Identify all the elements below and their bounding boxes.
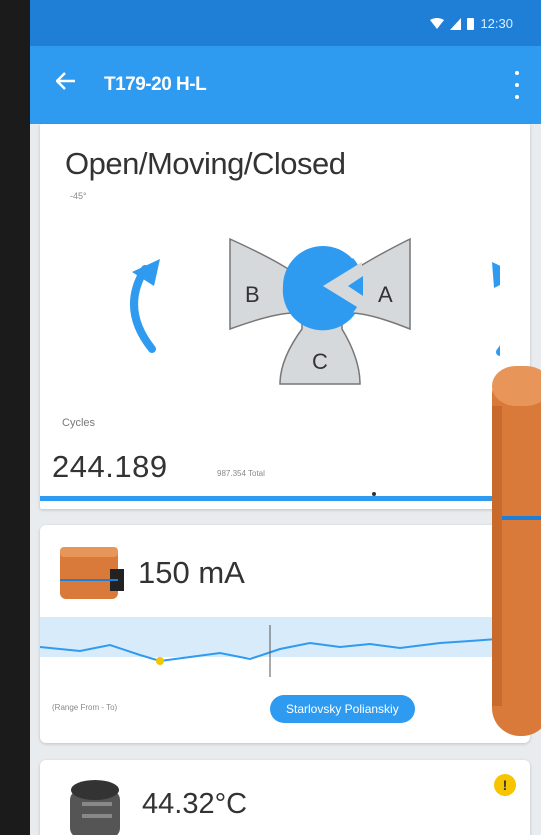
location-chip[interactable]: Starlovsky Polianskiy	[270, 695, 415, 723]
cycles-marker	[372, 492, 376, 496]
motor-icon	[70, 780, 120, 835]
current-value: 150 mA	[138, 555, 245, 590]
port-label-b: B	[245, 282, 260, 307]
more-vert-icon[interactable]	[511, 71, 523, 99]
temperature-value: 44.32°C	[142, 788, 248, 820]
valve-diagram: B A C	[130, 237, 500, 385]
port-label-a: A	[378, 282, 393, 307]
app-screen: 12:30 T179-20 H-L Open/Moving/Closed -45…	[30, 0, 541, 835]
phone-frame: 12:30 T179-20 H-L Open/Moving/Closed -45…	[0, 0, 541, 835]
cycles-label: Cycles	[62, 417, 96, 429]
range-label: (Range From - To)	[52, 703, 118, 712]
cycles-value: 244.189	[52, 449, 168, 484]
wifi-icon	[430, 17, 445, 29]
back-button[interactable]	[55, 72, 86, 98]
valve-status-card[interactable]: Open/Moving/Closed -45° B A C Cycles 244…	[40, 124, 530, 509]
valve-angle: -45°	[70, 191, 87, 201]
current-trend-chart	[40, 617, 530, 677]
app-bar: T179-20 H-L	[30, 46, 541, 124]
cycles-total: 987.354 Total	[217, 469, 265, 478]
warning-icon[interactable]: !	[494, 774, 516, 796]
status-time: 12:30	[480, 16, 513, 31]
battery-icon	[467, 18, 475, 30]
valve-state-title: Open/Moving/Closed	[65, 146, 346, 181]
signal-icon	[450, 17, 462, 30]
current-card[interactable]: 150 mA (Range From - To) Starlovsky Poli…	[40, 525, 530, 743]
port-label-c: C	[312, 349, 328, 374]
cycles-progress-bar	[40, 496, 530, 501]
actuator-icon	[60, 547, 124, 599]
page-title: T179-20 H-L	[104, 74, 207, 95]
arrow-left-icon	[55, 72, 75, 90]
status-bar: 12:30	[30, 0, 541, 46]
temperature-card[interactable]: 44.32°C !	[40, 760, 530, 835]
actuator-photo	[492, 366, 541, 736]
trend-point	[156, 657, 164, 665]
status-icons: 12:30	[430, 16, 513, 31]
